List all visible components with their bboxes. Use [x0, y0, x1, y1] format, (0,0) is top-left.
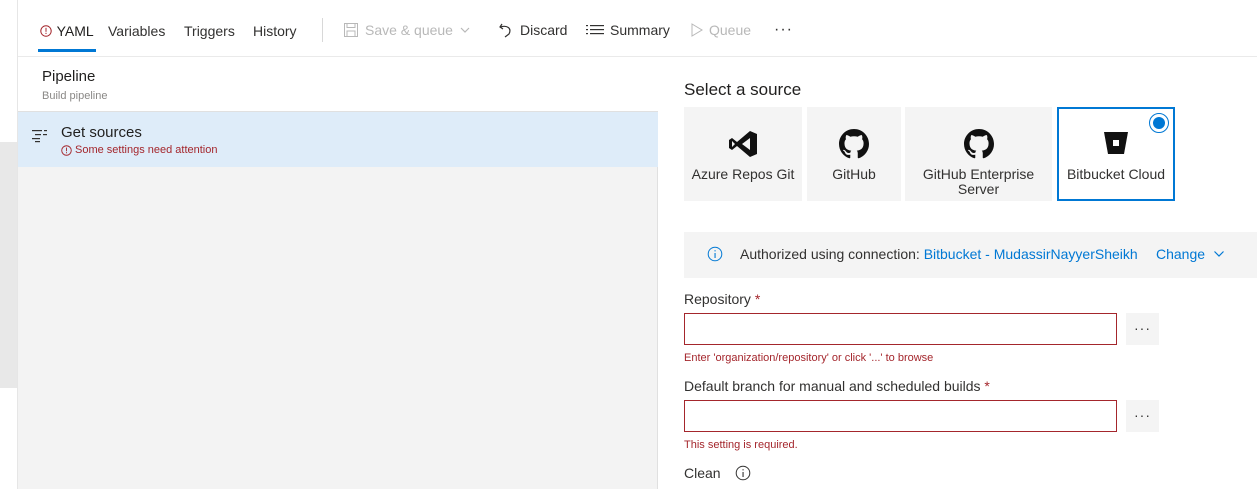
source-label: Bitbucket Cloud	[1066, 166, 1166, 182]
more-actions-button[interactable]: ···	[774, 18, 793, 42]
authorization-text: Authorized using connection: Bitbucket -…	[740, 246, 1138, 262]
tab-yaml-label: YAML	[56, 23, 94, 39]
browse-repository-button[interactable]: ···	[1126, 313, 1159, 345]
tab-triggers-label: Triggers	[184, 23, 235, 39]
source-option-github-enterprise-server[interactable]: GitHub Enterprise Server	[905, 107, 1052, 201]
left-edge-strip	[0, 0, 18, 489]
required-mark: *	[984, 378, 990, 394]
queue-label: Queue	[709, 22, 752, 38]
summary-button[interactable]: Summary	[586, 18, 670, 42]
tab-variables[interactable]: Variables	[106, 0, 167, 52]
pipeline-subtitle: Build pipeline	[42, 90, 108, 102]
left-edge-gray-block	[0, 142, 18, 388]
summary-label: Summary	[610, 22, 670, 38]
info-icon[interactable]	[735, 465, 751, 481]
save-queue-button[interactable]: Save & queue	[343, 18, 471, 42]
authorization-bar: Authorized using connection: Bitbucket -…	[684, 232, 1257, 278]
warning-icon	[61, 144, 72, 156]
more-icon: ···	[774, 21, 793, 38]
default-branch-label: Default branch for manual and scheduled …	[684, 378, 990, 394]
repository-label: Repository *	[684, 291, 761, 307]
get-sources-title: Get sources	[61, 124, 142, 141]
change-label: Change	[1156, 246, 1206, 262]
select-source-title: Select a source	[684, 80, 802, 99]
get-sources-warning: Some settings need attention	[61, 144, 217, 156]
required-mark: *	[754, 291, 761, 307]
pipeline-title: Pipeline	[42, 68, 96, 85]
change-connection-button[interactable]: Change	[1156, 246, 1225, 262]
tab-history-label: History	[253, 23, 297, 39]
branch-error: This setting is required.	[684, 439, 798, 451]
source-label: Azure Repos Git	[691, 166, 795, 182]
tab-history[interactable]: History	[251, 0, 299, 52]
chevron-down-icon	[1214, 251, 1224, 257]
bitbucket-icon	[1104, 132, 1128, 154]
source-settings-pane: Select a source Azure Repos Git GitHub G…	[659, 57, 1257, 489]
browse-branch-button[interactable]: ···	[1126, 400, 1159, 432]
clean-label: Clean	[684, 465, 721, 481]
info-icon	[707, 246, 723, 262]
visual-studio-icon	[729, 131, 757, 157]
tab-variables-label: Variables	[108, 23, 166, 39]
warning-icon	[40, 24, 56, 39]
repository-error: Enter 'organization/repository' or click…	[684, 352, 934, 364]
source-option-bitbucket-cloud[interactable]: Bitbucket Cloud	[1057, 107, 1175, 201]
play-icon	[691, 23, 703, 37]
pipeline-tree-pane: Pipeline Build pipeline Get sources Some…	[18, 57, 658, 489]
undo-icon	[499, 23, 511, 38]
toolbar-separator	[322, 18, 323, 42]
source-option-azure-repos-git[interactable]: Azure Repos Git	[684, 107, 802, 201]
tab-yaml[interactable]: YAML	[38, 0, 96, 52]
list-icon	[586, 25, 604, 35]
pipeline-node[interactable]: Pipeline Build pipeline	[18, 57, 658, 112]
source-option-github[interactable]: GitHub	[807, 107, 901, 201]
clean-setting: Clean	[684, 465, 751, 481]
discard-button[interactable]: Discard	[498, 18, 567, 42]
default-branch-input[interactable]	[684, 400, 1117, 432]
source-label: GitHub	[832, 166, 876, 182]
repository-input[interactable]	[684, 313, 1117, 345]
save-queue-label: Save & queue	[365, 22, 453, 38]
get-sources-warning-text: Some settings need attention	[75, 144, 218, 156]
discard-label: Discard	[520, 22, 568, 38]
source-lines-icon	[32, 130, 47, 143]
connection-link[interactable]: Bitbucket - MudassirNayyerSheikh	[924, 246, 1138, 262]
github-icon	[963, 129, 994, 159]
tab-triggers[interactable]: Triggers	[182, 0, 237, 52]
save-icon	[344, 23, 358, 37]
chevron-down-icon	[460, 27, 470, 33]
toolbar: YAML Variables Triggers History Save & q…	[18, 0, 1257, 57]
authorization-prefix: Authorized using connection:	[740, 246, 920, 262]
queue-button[interactable]: Queue	[691, 18, 751, 42]
github-icon	[839, 129, 869, 159]
source-label: GitHub Enterprise Server	[922, 166, 1035, 197]
get-sources-node[interactable]: Get sources Some settings need attention	[18, 112, 658, 167]
active-tab-indicator	[38, 49, 96, 52]
